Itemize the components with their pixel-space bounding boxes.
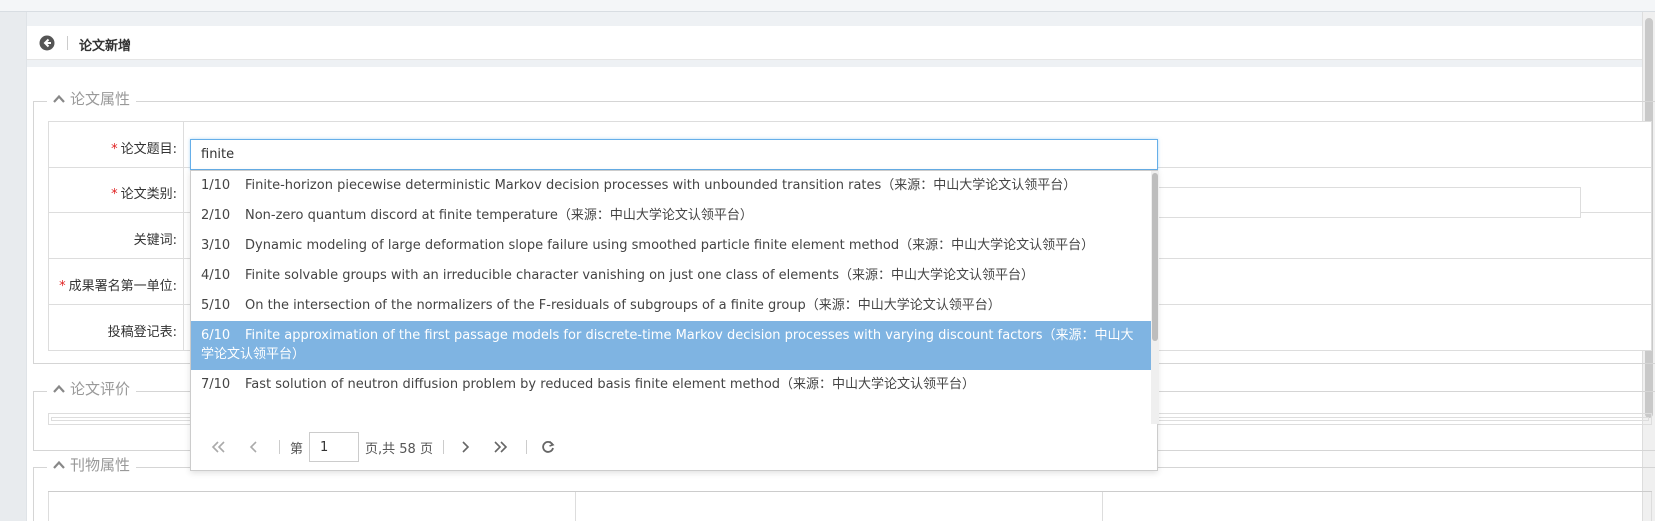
first-unit-label: * 成果署名第一单位:: [49, 275, 177, 294]
suggestion-item[interactable]: 5/10 On the intersection of the normalize…: [191, 291, 1151, 321]
header-divider: [67, 36, 68, 50]
suggestion-scrollbar[interactable]: [1151, 171, 1159, 424]
suggestion-text: Finite solvable groups with an irreducib…: [245, 268, 1035, 283]
required-mark: *: [111, 187, 118, 202]
pager-divider: [442, 440, 444, 454]
title-label-text: 论文题目:: [120, 142, 177, 157]
suggestion-item[interactable]: 2/10 Non-zero quantum discord at finite t…: [191, 201, 1151, 231]
chevron-left-icon[interactable]: [243, 436, 265, 458]
title-label: * 论文题目:: [49, 138, 177, 157]
double-chevron-right-icon[interactable]: [490, 436, 512, 458]
suggestion-item[interactable]: 1/10 Finite-horizon piecewise determinist…: [191, 171, 1151, 201]
chevron-up-icon[interactable]: [53, 456, 65, 474]
category-label: * 论文类别:: [49, 183, 177, 202]
page-header: 论文新增: [27, 26, 1642, 60]
category-label-text: 论文类别:: [120, 187, 177, 202]
suggestion-index: 1/10: [201, 178, 231, 193]
first-unit-label-text: 成果署名第一单位:: [68, 279, 177, 294]
journal-col-divider: [1102, 492, 1103, 521]
category-select[interactable]: [1158, 187, 1581, 218]
pager-divider: [525, 440, 527, 454]
pagination-bar: 第 页,共 58 页: [191, 424, 1157, 470]
keywords-label: 关键词:: [133, 233, 177, 248]
journal-legend-label: 刊物属性: [70, 456, 131, 474]
window-top-strip: [0, 0, 1655, 12]
journal-col-divider: [48, 492, 49, 521]
chevron-right-icon[interactable]: [454, 436, 476, 458]
suggestion-item[interactable]: 3/10 Dynamic modeling of large deformatio…: [191, 231, 1151, 261]
properties-legend-label: 论文属性: [70, 90, 131, 108]
suggestion-index: 4/10: [201, 268, 231, 283]
page-suffix: 页,共 58 页: [365, 441, 433, 457]
suggestion-index: 5/10: [201, 298, 231, 313]
required-mark: *: [111, 142, 118, 157]
circle-arrow-left-icon[interactable]: [39, 35, 55, 51]
suggestion-index: 3/10: [201, 238, 231, 253]
page-prefix: 第: [290, 441, 304, 457]
autocomplete-dropdown: 1/10 Finite-horizon piecewise determinist…: [190, 170, 1159, 471]
suggestion-text: Finite approximation of the first passag…: [201, 328, 1134, 362]
refresh-icon[interactable]: [537, 436, 559, 458]
row-divider: [183, 213, 184, 258]
page-title: 论文新增: [79, 39, 132, 54]
suggestion-scrollbar-thumb[interactable]: [1152, 173, 1158, 341]
suggestion-item[interactable]: 6/10 Finite approximation of the first pa…: [191, 321, 1151, 370]
chevron-up-icon[interactable]: [53, 90, 65, 108]
suggestion-item[interactable]: 7/10 Fast solution of neutron diffusion p…: [191, 370, 1151, 400]
suggestion-index: 7/10: [201, 377, 231, 392]
left-sidebar-strip: [0, 12, 27, 521]
suggestion-index: 2/10: [201, 208, 231, 223]
suggestion-text: Dynamic modeling of large deformation sl…: [245, 238, 1095, 253]
suggestion-text: Non-zero quantum discord at finite tempe…: [245, 208, 753, 223]
submission-label: 投稿登记表:: [107, 325, 177, 340]
suggestion-index: 6/10: [201, 328, 231, 343]
journal-table: [48, 491, 1652, 521]
evaluation-legend-label: 论文评价: [70, 380, 131, 398]
row-divider: [183, 259, 184, 304]
suggestion-text: Fast solution of neutron diffusion probl…: [245, 377, 976, 392]
title-input[interactable]: [190, 139, 1158, 170]
journal-col-divider: [575, 492, 576, 521]
row-divider: [183, 305, 184, 350]
chevron-up-icon[interactable]: [53, 380, 65, 398]
evaluation-legend[interactable]: 论文评价: [47, 378, 137, 399]
row-divider: [183, 168, 184, 212]
double-chevron-left-icon[interactable]: [207, 436, 229, 458]
journal-col-divider: [1651, 492, 1652, 521]
page-number-input[interactable]: [309, 432, 360, 462]
suggestion-text: On the intersection of the normalizers o…: [245, 298, 1001, 313]
required-mark: *: [59, 279, 66, 294]
row-divider: [183, 122, 184, 167]
suggestion-item[interactable]: 4/10 Finite solvable groups with an irred…: [191, 261, 1151, 291]
journal-legend[interactable]: 刊物属性: [47, 454, 137, 475]
suggestion-list: 1/10 Finite-horizon piecewise determinist…: [191, 171, 1151, 424]
pager-divider: [279, 440, 280, 454]
properties-legend[interactable]: 论文属性: [47, 88, 137, 109]
suggestion-text: Finite-horizon piecewise deterministic M…: [245, 178, 1077, 193]
